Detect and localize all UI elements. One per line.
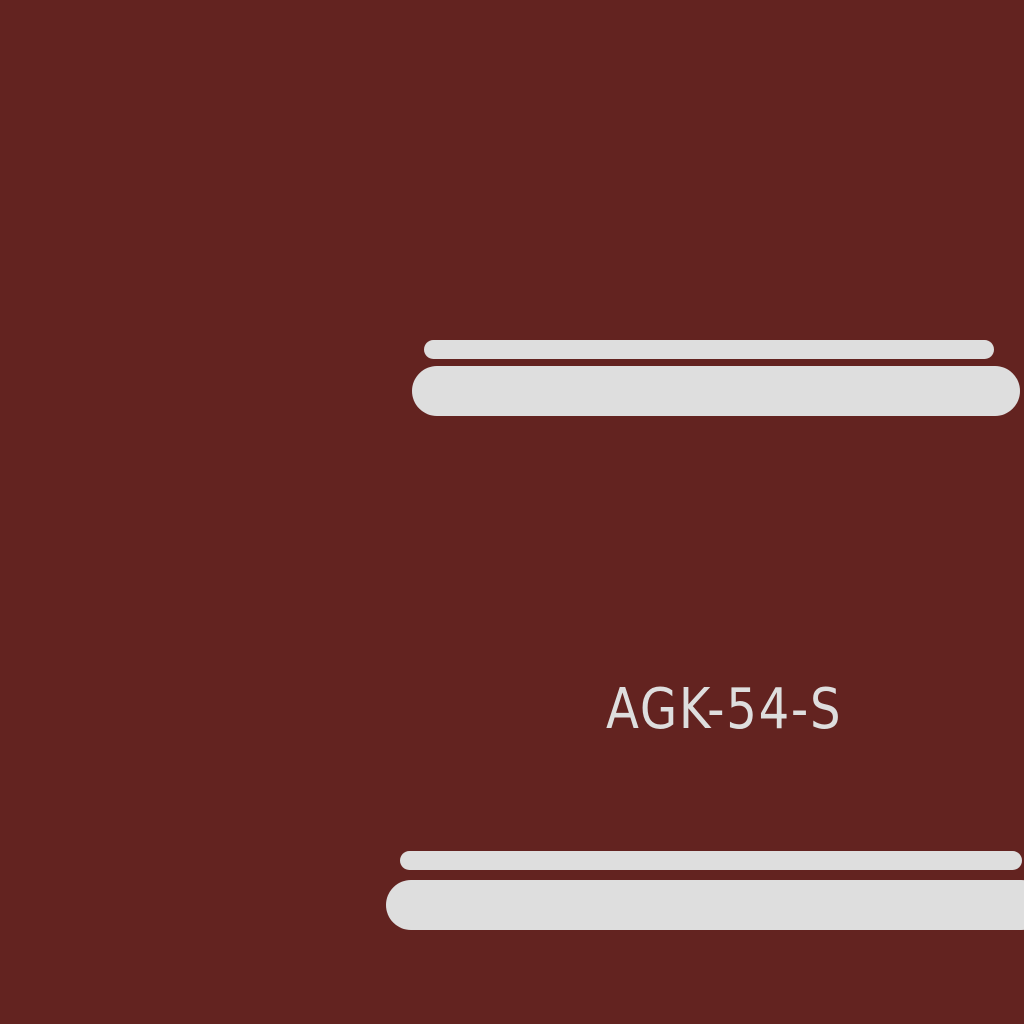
- bottom-thin-stripe: [400, 851, 1022, 870]
- bottom-thick-stripe: [386, 880, 1024, 930]
- top-thick-stripe: [412, 366, 1020, 416]
- top-thin-stripe: [424, 340, 994, 359]
- code-label: AGK-54-S: [606, 677, 843, 742]
